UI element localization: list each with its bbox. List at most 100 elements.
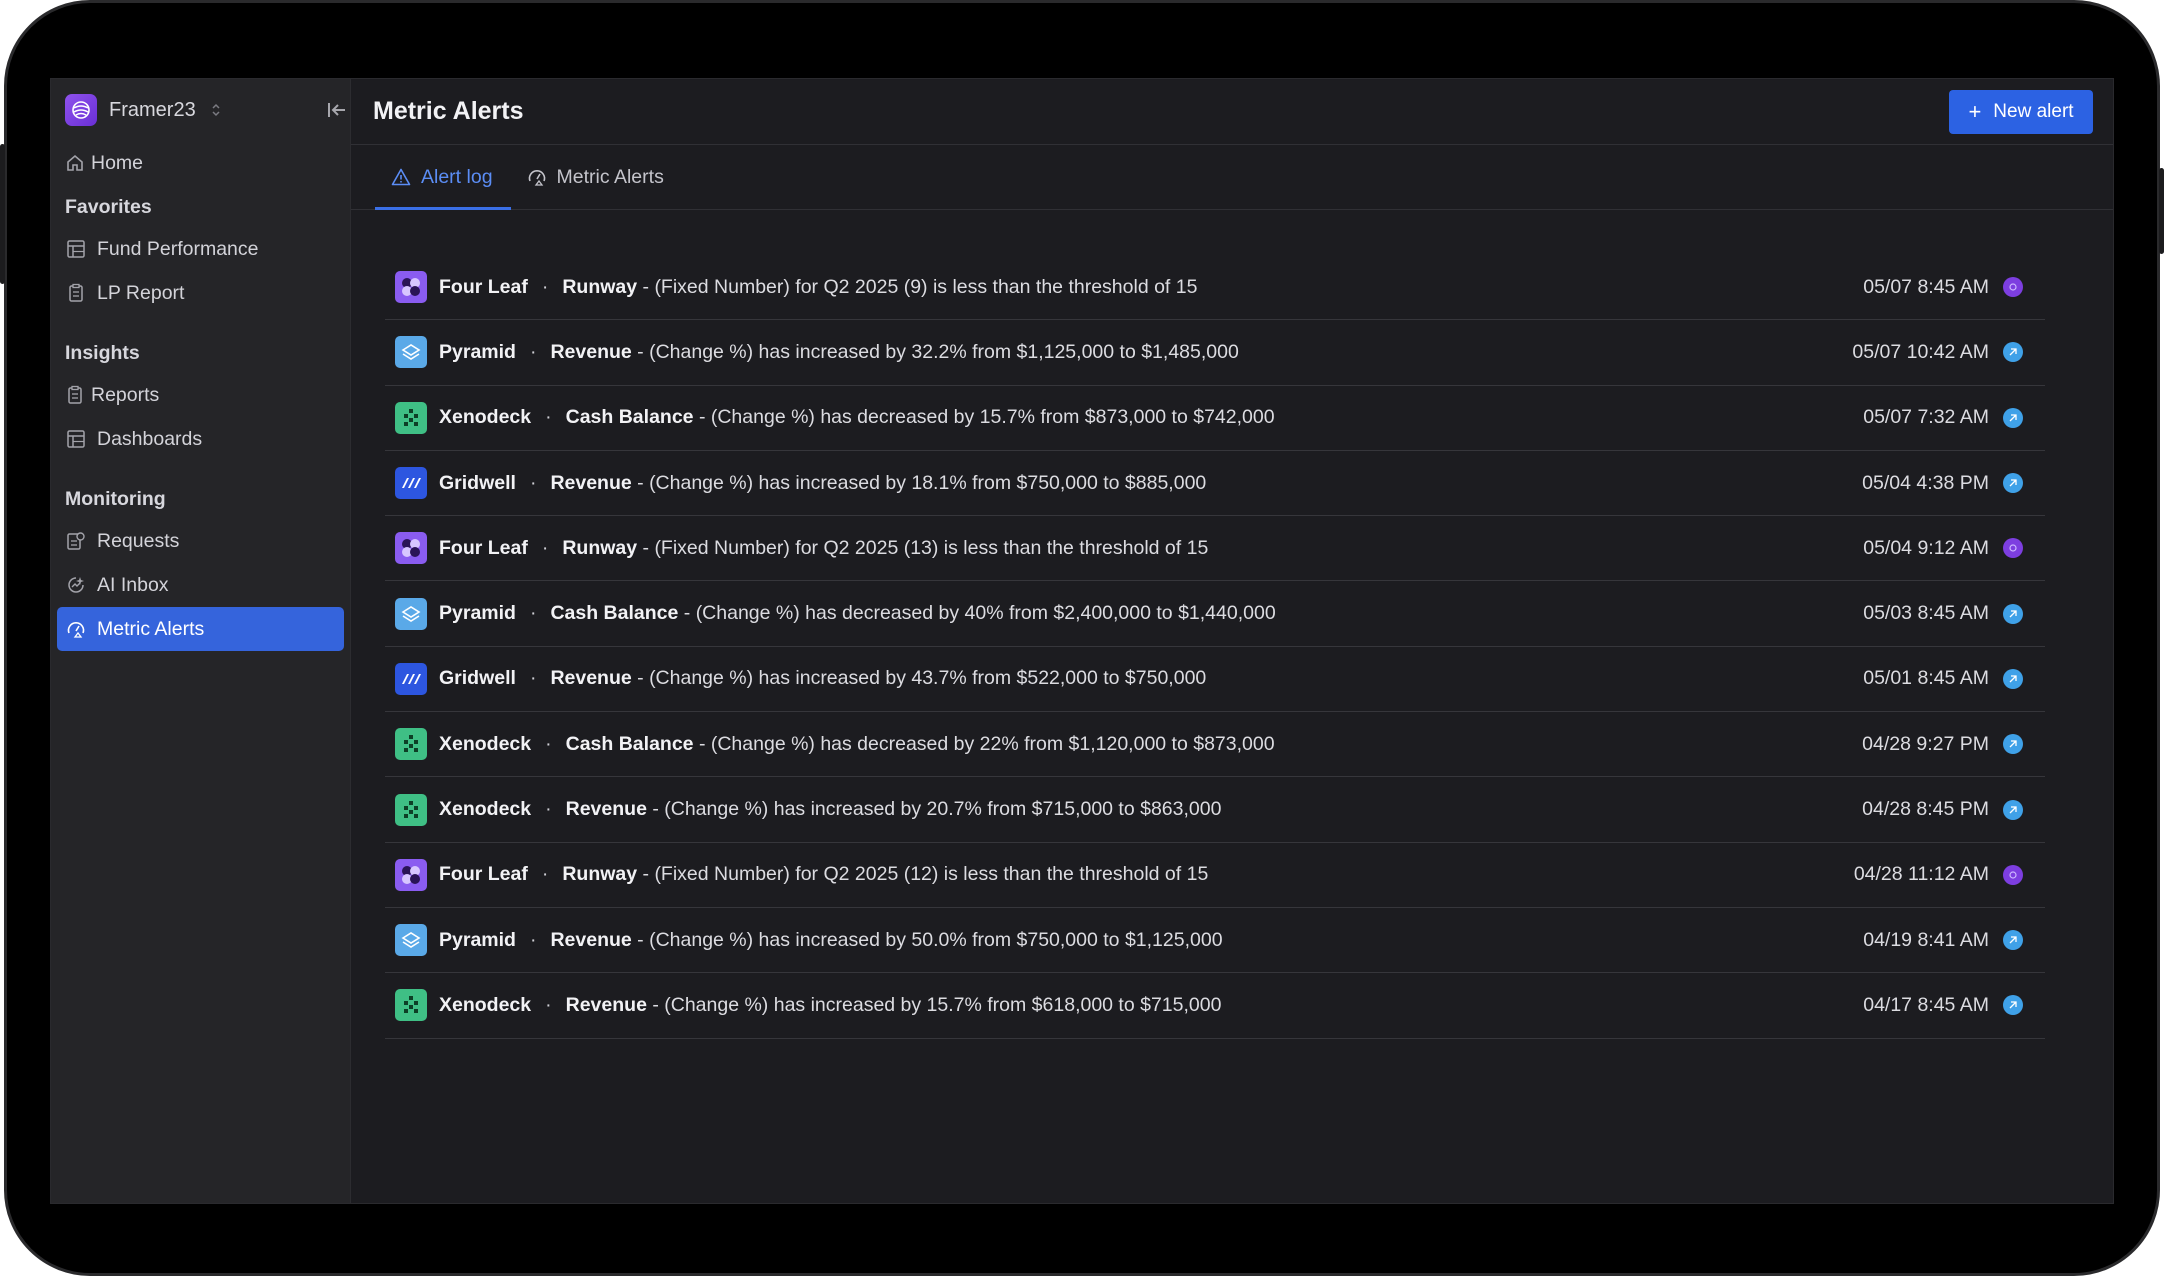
alert-row[interactable]: Xenodeck · Cash Balance - (Change %) has d…	[385, 386, 2045, 451]
user-avatar-icon	[2003, 538, 2023, 559]
sidebar-item-label: Metric Alerts	[97, 617, 205, 640]
sidebar-item-label: Home	[91, 151, 144, 174]
user-avatar-icon	[2003, 277, 2023, 298]
new-alert-label: New alert	[1993, 101, 2074, 122]
collapse-sidebar-icon[interactable]	[324, 97, 350, 123]
alert-description: - (Change %) has increased by 43.7% from…	[631, 667, 1207, 690]
alert-row[interactable]: Four Leaf · Runway - (Fixed Number) for Q2…	[385, 516, 2045, 582]
alert-description: - (Change %) has increased by 20.7% from…	[646, 798, 1222, 821]
sidebar-item-dashboards[interactable]: Dashboards	[57, 417, 344, 461]
alert-description: - (Change %) has increased by 32.2% from…	[631, 340, 1239, 363]
alert-description: - (Fixed Number) for Q2 2025 (13) is les…	[637, 536, 1209, 559]
alert-timestamp: 05/07 7:32 AM	[1863, 406, 1989, 429]
xenodeck-logo-icon	[395, 401, 427, 434]
alert-row[interactable]: Pyramid · Revenue - (Change %) has increas…	[385, 908, 2045, 974]
grid-calendar-icon	[65, 238, 87, 260]
alert-list: Four Leaf · Runway - (Fixed Number) for Q2…	[385, 255, 2045, 1039]
tab-bar: Alert log Metric Alerts	[351, 145, 2113, 210]
alert-row[interactable]: Xenodeck · Revenue - (Change %) has increa…	[385, 973, 2045, 1039]
sidebar-item-label: Requests	[97, 529, 180, 552]
metric-name: Cash Balance	[565, 406, 694, 429]
separator-dot: ·	[545, 798, 552, 821]
separator-dot: ·	[529, 928, 537, 951]
alert-gauge-icon	[527, 167, 547, 187]
sidebar-item-metric-alerts[interactable]: Metric Alerts	[57, 607, 344, 651]
separator-dot: ·	[545, 406, 552, 429]
alert-description: - (Change %) has increased by 18.1% from…	[631, 471, 1207, 494]
xenodeck-logo-icon	[395, 793, 427, 826]
user-avatar-icon	[2003, 734, 2023, 755]
pyramid-logo-icon	[395, 597, 427, 630]
alert-row[interactable]: Four Leaf · Runway - (Fixed Number) for Q2…	[385, 843, 2045, 908]
chevron-up-down-icon	[210, 102, 222, 118]
fourleaf-logo-icon	[395, 532, 427, 565]
alert-row[interactable]: Four Leaf · Runway - (Fixed Number) for Q2…	[385, 255, 2045, 321]
metric-name: Revenue	[550, 928, 632, 951]
sidebar-item-label: Fund Performance	[97, 237, 259, 260]
fourleaf-logo-icon	[395, 858, 427, 891]
metric-name: Cash Balance	[565, 732, 694, 755]
user-avatar-icon	[2003, 342, 2023, 363]
sidebar-item-lp-report[interactable]: LP Report	[57, 271, 344, 315]
user-avatar-icon	[2003, 930, 2023, 951]
alert-timestamp: 04/28 8:45 PM	[1862, 798, 1989, 821]
alert-description: - (Change %) has decreased by 15.7% from…	[693, 406, 1275, 429]
clipboard-icon	[65, 384, 85, 406]
alert-timestamp: 05/01 8:45 AM	[1863, 667, 1989, 690]
workspace-switcher[interactable]: Framer23	[57, 91, 344, 129]
workspace-logo-icon	[65, 94, 97, 126]
alert-description: - (Change %) has decreased by 40% from $…	[678, 602, 1276, 625]
separator-dot: ·	[529, 602, 537, 625]
alert-timestamp: 04/28 9:27 PM	[1862, 732, 1989, 755]
user-avatar-icon	[2003, 864, 2023, 885]
metric-name: Revenue	[550, 667, 632, 690]
separator-dot: ·	[529, 471, 537, 494]
alert-row[interactable]: Xenodeck · Cash Balance - (Change %) has d…	[385, 712, 2045, 778]
company-name: Xenodeck	[439, 798, 532, 821]
sidebar-item-home[interactable]: Home	[57, 141, 344, 185]
alert-timestamp: 05/07 10:42 AM	[1852, 340, 1989, 363]
alert-timestamp: 05/03 8:45 AM	[1863, 602, 1989, 625]
company-name: Pyramid	[439, 340, 516, 363]
clipboard-icon	[65, 282, 87, 304]
separator-dot: ·	[541, 275, 549, 298]
pyramid-logo-icon	[395, 924, 427, 957]
metric-name: Revenue	[550, 471, 632, 494]
device-side-button	[2159, 168, 2164, 254]
alert-row[interactable]: Gridwell · Revenue - (Change %) has increa…	[385, 647, 2045, 713]
warning-triangle-icon	[391, 167, 411, 187]
metric-name: Revenue	[550, 340, 632, 363]
alert-timestamp: 05/04 4:38 PM	[1862, 471, 1989, 494]
tab-label: Alert log	[421, 165, 493, 188]
main-content: Metric Alerts + New alert Alert log Metr…	[351, 79, 2113, 1203]
sidebar-item-fund-performance[interactable]: Fund Performance	[57, 227, 344, 271]
section-insights: Insights	[65, 341, 140, 364]
alert-timestamp: 05/04 9:12 AM	[1863, 536, 1989, 559]
tab-metric-alerts[interactable]: Metric Alerts	[511, 145, 682, 209]
alert-row[interactable]: Pyramid · Revenue - (Change %) has increas…	[385, 320, 2045, 386]
sidebar-item-requests[interactable]: Requests	[57, 519, 344, 563]
alert-row[interactable]: Pyramid · Cash Balance - (Change %) has de…	[385, 581, 2045, 647]
company-name: Pyramid	[439, 928, 516, 951]
alert-row[interactable]: Xenodeck · Revenue - (Change %) has increa…	[385, 777, 2045, 843]
gridwell-logo-icon	[395, 662, 427, 695]
company-name: Xenodeck	[439, 406, 532, 429]
alert-row[interactable]: Gridwell · Revenue - (Change %) has increa…	[385, 451, 2045, 517]
user-avatar-icon	[2003, 603, 2023, 624]
sidebar: Framer23 Home Favorites Fund Performance	[51, 79, 351, 1203]
alert-description: - (Change %) has increased by 50.0% from…	[631, 928, 1223, 951]
alert-timestamp: 04/28 11:12 AM	[1853, 863, 1989, 886]
alert-gauge-icon	[65, 618, 87, 640]
alert-description: - (Fixed Number) for Q2 2025 (12) is les…	[637, 863, 1209, 886]
gridwell-logo-icon	[395, 467, 427, 500]
company-name: Gridwell	[439, 667, 516, 690]
tab-alert-log[interactable]: Alert log	[375, 145, 511, 210]
alert-description: - (Change %) has decreased by 22% from $…	[693, 732, 1275, 755]
home-icon	[65, 152, 85, 174]
fourleaf-logo-icon	[395, 271, 427, 304]
sidebar-item-reports[interactable]: Reports	[57, 373, 344, 417]
sidebar-item-ai-inbox[interactable]: AI Inbox	[57, 563, 344, 607]
company-name: Four Leaf	[439, 863, 528, 886]
new-alert-button[interactable]: + New alert	[1949, 90, 2093, 134]
company-name: Gridwell	[439, 471, 516, 494]
